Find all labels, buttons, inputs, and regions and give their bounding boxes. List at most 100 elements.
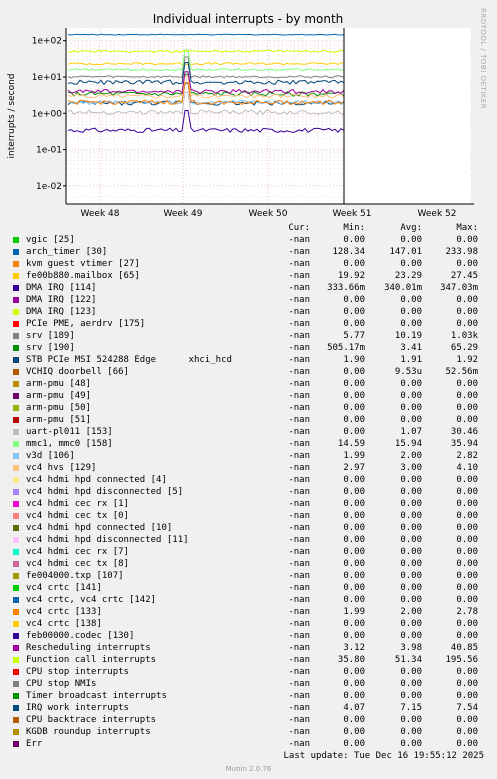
legend-cur: -nan: [288, 319, 310, 329]
legend-item: DMA IRQ [123] -nan 0.00 0.00 0.00: [12, 306, 492, 318]
legend-avg: 23.29: [394, 271, 422, 281]
legend-item: arm-pmu [49] -nan 0.00 0.00 0.00: [12, 390, 492, 402]
legend-item: vc4 crtc [138] -nan 0.00 0.00 0.00: [12, 618, 492, 630]
legend-avg: 0.00: [400, 583, 422, 593]
legend-series-name: Rescheduling interrupts: [26, 643, 151, 653]
legend-swatch: [13, 285, 19, 291]
legend-swatch: [13, 669, 19, 675]
header-min: Min:: [343, 223, 365, 233]
legend-min: 0.00: [343, 367, 365, 377]
legend-min: 0.00: [343, 427, 365, 437]
legend-series-name: vc4 hdmi hpd disconnected [11]: [26, 535, 189, 545]
legend-series-name: vc4 crtc [133]: [26, 607, 102, 617]
legend-avg: 0.00: [400, 379, 422, 389]
legend-series-name: vc4 hdmi cec tx [0]: [26, 511, 129, 521]
legend-swatch: [13, 585, 19, 591]
legend-item: DMA IRQ [114] -nan 333.66m 340.01m 347.03m: [12, 282, 492, 294]
legend-series-name: feb00000.codec [130]: [26, 631, 135, 641]
legend-cur: -nan: [288, 295, 310, 305]
legend-series-name: Err: [26, 739, 43, 749]
legend-cur: -nan: [288, 283, 310, 293]
legend-cur: -nan: [288, 247, 310, 257]
legend-item: feb00000.codec [130] -nan 0.00 0.00 0.00: [12, 630, 492, 642]
legend-cur: -nan: [288, 679, 310, 689]
legend-max: 0.00: [456, 379, 478, 389]
legend-swatch: [13, 705, 19, 711]
legend-series-name: fe00b880.mailbox [65]: [26, 271, 140, 281]
legend-cur: -nan: [288, 643, 310, 653]
legend-series-name: DMA IRQ [122]: [26, 295, 97, 305]
legend-avg: 0.00: [400, 235, 422, 245]
legend-swatch: [13, 645, 19, 651]
legend-cur: -nan: [288, 463, 310, 473]
legend-cur: -nan: [288, 583, 310, 593]
legend-swatch: [13, 489, 19, 495]
legend-max: 0.00: [456, 559, 478, 569]
legend-swatch: [13, 513, 19, 519]
legend-swatch: [13, 333, 19, 339]
legend-cur: -nan: [288, 391, 310, 401]
legend-avg: 0.00: [400, 679, 422, 689]
legend-swatch: [13, 369, 19, 375]
legend-series-name: arm-pmu [49]: [26, 391, 92, 401]
y-tick-label: 1e-02: [36, 182, 62, 192]
legend-min: 0.00: [343, 679, 365, 689]
legend-max: 195.56: [445, 655, 478, 665]
legend-min: 0.00: [343, 559, 365, 569]
legend-avg: 0.00: [400, 487, 422, 497]
x-tick-label: Week 52: [418, 209, 457, 219]
legend-series-name: CPU backtrace interrupts: [26, 715, 157, 725]
legend-item: arm-pmu [48] -nan 0.00 0.00 0.00: [12, 378, 492, 390]
legend-max: 0.00: [456, 487, 478, 497]
legend-avg: 15.94: [394, 439, 422, 449]
legend-max: 0.00: [456, 691, 478, 701]
legend: Cur: Min: Avg: Max: vgic [25] -nan 0.00 0.0…: [12, 222, 492, 750]
legend-swatch: [13, 693, 19, 699]
legend-cur: -nan: [288, 259, 310, 269]
legend-item: CPU stop NMIs -nan 0.00 0.00 0.00: [12, 678, 492, 690]
legend-swatch: [13, 633, 19, 639]
y-tick-label: 1e-01: [36, 146, 62, 156]
legend-avg: 0.00: [400, 547, 422, 557]
legend-item: arm-pmu [51] -nan 0.00 0.00 0.00: [12, 414, 492, 426]
legend-min: 0.00: [343, 571, 365, 581]
legend-min: 35.80: [337, 655, 365, 665]
legend-max: 0.00: [456, 583, 478, 593]
legend-item: fe00b880.mailbox [65] -nan 19.92 23.29 27.45: [12, 270, 492, 282]
legend-swatch: [13, 609, 19, 615]
legend-cur: -nan: [288, 331, 310, 341]
legend-min: 1.99: [343, 607, 365, 617]
legend-max: 35.94: [450, 439, 478, 449]
legend-series-name: VCHIQ doorbell [66]: [26, 367, 129, 377]
legend-max: 0.00: [456, 727, 478, 737]
header-cur: Cur:: [288, 223, 310, 233]
legend-max: 0.00: [456, 499, 478, 509]
legend-avg: 0.00: [400, 691, 422, 701]
legend-swatch: [13, 681, 19, 687]
legend-series-name: CPU stop NMIs: [26, 679, 97, 689]
legend-cur: -nan: [288, 571, 310, 581]
legend-avg: 0.00: [400, 259, 422, 269]
legend-min: 0.00: [343, 319, 365, 329]
legend-avg: 0.00: [400, 667, 422, 677]
last-update: Last update: Tue Dec 16 19:55:12 2025: [283, 751, 484, 761]
legend-cur: -nan: [288, 427, 310, 437]
legend-avg: 1.07: [400, 427, 422, 437]
legend-min: 0.00: [343, 583, 365, 593]
legend-avg: 0.00: [400, 415, 422, 425]
legend-min: 0.00: [343, 391, 365, 401]
legend-swatch: [13, 717, 19, 723]
legend-swatch: [13, 297, 19, 303]
legend-swatch: [13, 729, 19, 735]
legend-item: vc4 hdmi cec rx [1] -nan 0.00 0.00 0.00: [12, 498, 492, 510]
legend-cur: -nan: [288, 559, 310, 569]
legend-series-name: Timer broadcast interrupts: [26, 691, 167, 701]
legend-min: 0.00: [343, 595, 365, 605]
legend-series-name: vc4 hdmi hpd connected [4]: [26, 475, 167, 485]
legend-cur: -nan: [288, 499, 310, 509]
legend-avg: 0.00: [400, 475, 422, 485]
legend-cur: -nan: [288, 595, 310, 605]
legend-min: 14.59: [337, 439, 365, 449]
legend-cur: -nan: [288, 451, 310, 461]
legend-item: Err -nan 0.00 0.00 0.00: [12, 738, 492, 750]
